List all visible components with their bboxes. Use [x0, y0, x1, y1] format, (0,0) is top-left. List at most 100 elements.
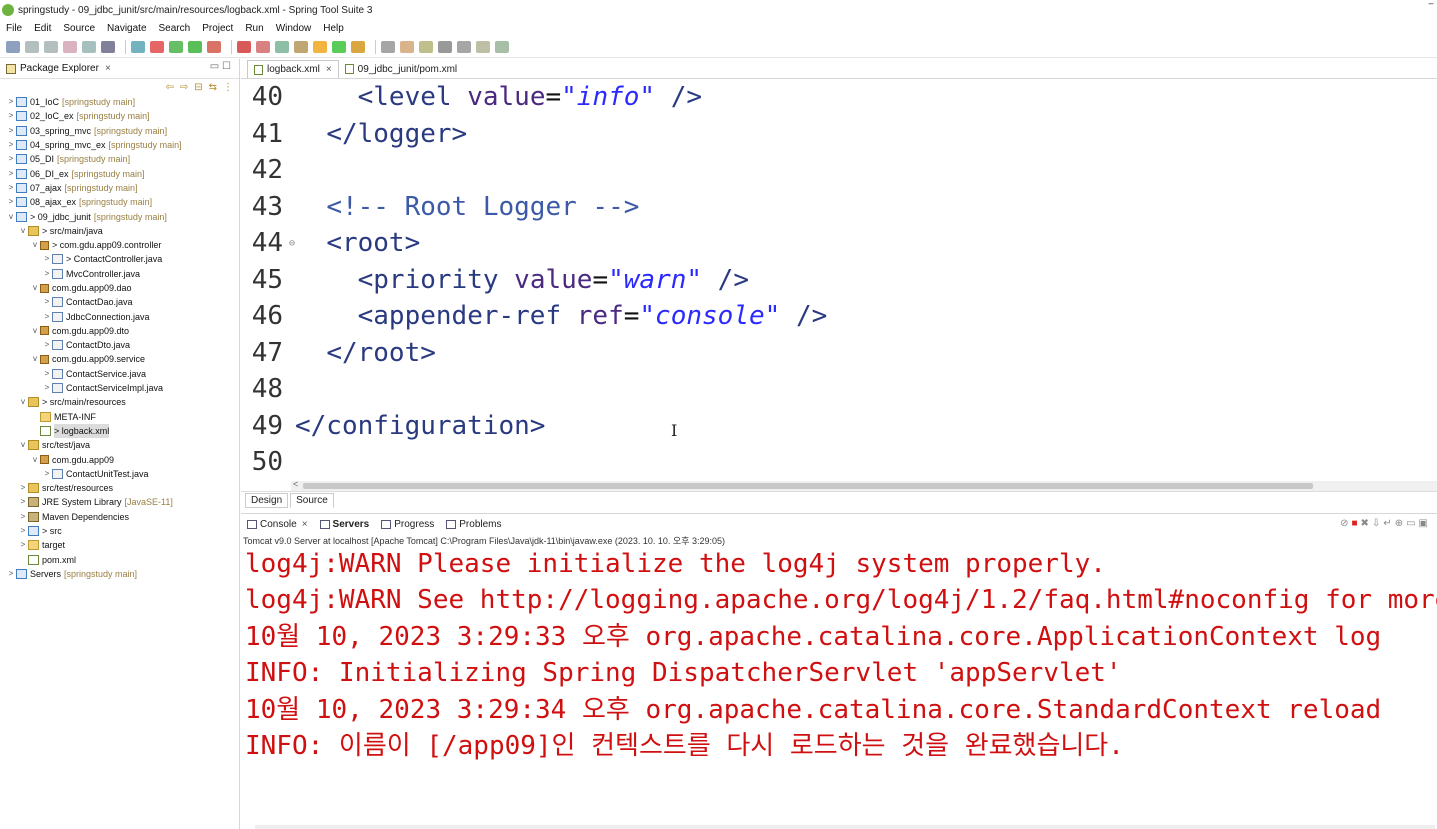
new-bean-icon[interactable] — [313, 41, 327, 53]
collapse-all-icon[interactable]: ⊟ — [194, 82, 202, 93]
tab-design[interactable]: Design — [245, 493, 289, 508]
collapsed-chevron-icon[interactable]: > — [18, 481, 28, 495]
tree-item[interactable]: v com.gdu.app09 — [0, 452, 239, 466]
expanded-chevron-icon[interactable]: v — [30, 238, 40, 252]
tree-item[interactable]: >06_DI_ex [springstudy main] — [0, 166, 239, 180]
minimize-button[interactable]: ‾ — [1429, 2, 1433, 16]
tree-item[interactable]: > ContactDao.java — [0, 295, 239, 309]
tree-item[interactable]: >05_DI [springstudy main] — [0, 152, 239, 166]
forward-icon[interactable] — [495, 41, 509, 53]
tree-item[interactable]: > ContactService.java — [0, 367, 239, 381]
tree-item[interactable]: META-INF — [0, 410, 239, 424]
tree-item[interactable]: > Servers [springstudy main] — [0, 567, 239, 581]
tree-item[interactable]: >04_spring_mvc_ex [springstudy main] — [0, 138, 239, 152]
skip-breakpoints-icon[interactable] — [131, 41, 145, 53]
tree-item[interactable]: > logback.xml — [0, 423, 239, 438]
editor-tab[interactable]: 09_jdbc_junit/pom.xml — [339, 60, 464, 78]
tree-item[interactable]: > JdbcConnection.java — [0, 309, 239, 323]
tree-item[interactable]: > ContactServiceImpl.java — [0, 381, 239, 395]
menu-source[interactable]: Source — [57, 23, 101, 34]
console-output[interactable]: log4j:WARN Please initialize the log4j s… — [241, 546, 1437, 764]
tree-item[interactable]: >02_IoC_ex [springstudy main] — [0, 109, 239, 123]
tree-item[interactable]: v src/test/java — [0, 438, 239, 452]
editor-tab[interactable]: logback.xml × — [247, 60, 339, 78]
code-view[interactable]: 40 <level value = "info" /> 41 </logger> 42 4… — [241, 79, 1437, 485]
menu-edit[interactable]: Edit — [28, 23, 57, 34]
refresh-icon[interactable] — [188, 41, 202, 53]
collapsed-chevron-icon[interactable]: > — [42, 310, 52, 324]
menu-search[interactable]: Search — [153, 23, 197, 34]
collapsed-chevron-icon[interactable]: > — [6, 181, 16, 195]
tree-item[interactable]: > > ContactController.java — [0, 252, 239, 266]
expanded-chevron-icon[interactable]: v — [18, 395, 28, 409]
close-icon[interactable]: × — [302, 519, 308, 530]
search-icon[interactable] — [400, 41, 414, 53]
collapsed-chevron-icon[interactable]: > — [6, 195, 16, 209]
tree-item[interactable]: > ContactDto.java — [0, 338, 239, 352]
tab-problems[interactable]: Problems — [446, 519, 502, 530]
expanded-chevron-icon[interactable]: v — [30, 453, 40, 467]
tree-item[interactable]: > MvcController.java — [0, 267, 239, 281]
tree-item[interactable]: > src/test/resources — [0, 481, 239, 495]
new-icon[interactable] — [6, 41, 20, 53]
menu-file[interactable]: File — [0, 23, 28, 34]
scrollbar-thumb[interactable] — [303, 483, 1313, 489]
prev-annotation-icon[interactable] — [457, 41, 471, 53]
console-scrollbar[interactable] — [255, 825, 1435, 829]
tab-servers[interactable]: Servers — [319, 519, 369, 530]
tree-item[interactable]: > > src — [0, 524, 239, 538]
collapsed-chevron-icon[interactable]: > — [6, 167, 16, 181]
tab-console[interactable]: Console × — [247, 519, 308, 530]
tree-item[interactable]: > JRE System Library [JavaSE-11] — [0, 495, 239, 509]
collapsed-chevron-icon[interactable]: > — [6, 567, 16, 581]
back-icon[interactable]: ⇦ — [165, 82, 173, 93]
open-type-icon[interactable] — [381, 41, 395, 53]
scroll-left-icon[interactable]: < — [293, 479, 298, 489]
open-task-icon[interactable] — [419, 41, 433, 53]
tree-item[interactable]: v > src/main/java — [0, 224, 239, 238]
run-icon[interactable] — [237, 41, 251, 53]
terminal-icon[interactable] — [101, 41, 115, 53]
close-icon[interactable]: × — [326, 64, 332, 75]
collapsed-chevron-icon[interactable]: > — [6, 95, 16, 109]
tree-item[interactable]: >08_ajax_ex [springstudy main] — [0, 195, 239, 209]
forward-icon[interactable]: ⇨ — [180, 82, 188, 93]
collapsed-chevron-icon[interactable]: > — [6, 124, 16, 138]
close-icon[interactable]: × — [105, 63, 111, 74]
expanded-chevron-icon[interactable]: v — [18, 224, 28, 238]
collapsed-chevron-icon[interactable]: > — [42, 295, 52, 309]
save-icon[interactable] — [25, 41, 39, 53]
display-console-icon[interactable]: ▭ — [1406, 518, 1418, 529]
collapsed-chevron-icon[interactable]: > — [18, 524, 28, 538]
collapsed-chevron-icon[interactable]: > — [18, 538, 28, 552]
menu-navigate[interactable]: Navigate — [101, 23, 152, 34]
new-class-icon[interactable] — [351, 41, 365, 53]
collapsed-chevron-icon[interactable]: > — [42, 467, 52, 481]
link-editor-icon[interactable]: ⇆ — [209, 82, 217, 93]
open-console-icon[interactable]: ▣ — [1419, 518, 1431, 529]
stop-server-icon[interactable] — [294, 41, 308, 53]
menu-project[interactable]: Project — [196, 23, 239, 34]
tree-item[interactable]: > ContactUnitTest.java — [0, 467, 239, 481]
coverage-icon[interactable] — [275, 41, 289, 53]
tree-item[interactable]: v com.gdu.app09.service — [0, 352, 239, 366]
collapsed-chevron-icon[interactable]: > — [42, 267, 52, 281]
tree-item[interactable]: > target — [0, 538, 239, 552]
expanded-chevron-icon[interactable]: v — [30, 281, 40, 295]
expanded-chevron-icon[interactable]: v — [30, 352, 40, 366]
stop-icon[interactable] — [150, 41, 164, 53]
tree-item[interactable]: v > com.gdu.app09.controller — [0, 238, 239, 252]
tree-item[interactable]: pom.xml — [0, 553, 239, 567]
collapsed-chevron-icon[interactable]: > — [42, 338, 52, 352]
horizontal-scrollbar[interactable]: < — [291, 479, 1437, 491]
tree-item[interactable]: > Maven Dependencies — [0, 510, 239, 524]
view-menu-icon[interactable]: ⋮ — [223, 82, 233, 93]
back-icon[interactable] — [476, 41, 490, 53]
package-explorer-tab[interactable]: Package Explorer × ▭ ☐ — [0, 59, 239, 79]
save-all-icon[interactable] — [44, 41, 58, 53]
scroll-lock-icon[interactable]: ⇩ — [1372, 518, 1383, 529]
collapsed-chevron-icon[interactable]: > — [42, 367, 52, 381]
menu-run[interactable]: Run — [239, 23, 269, 34]
expanded-chevron-icon[interactable]: v — [18, 438, 28, 452]
expanded-chevron-icon[interactable]: v — [6, 210, 16, 224]
